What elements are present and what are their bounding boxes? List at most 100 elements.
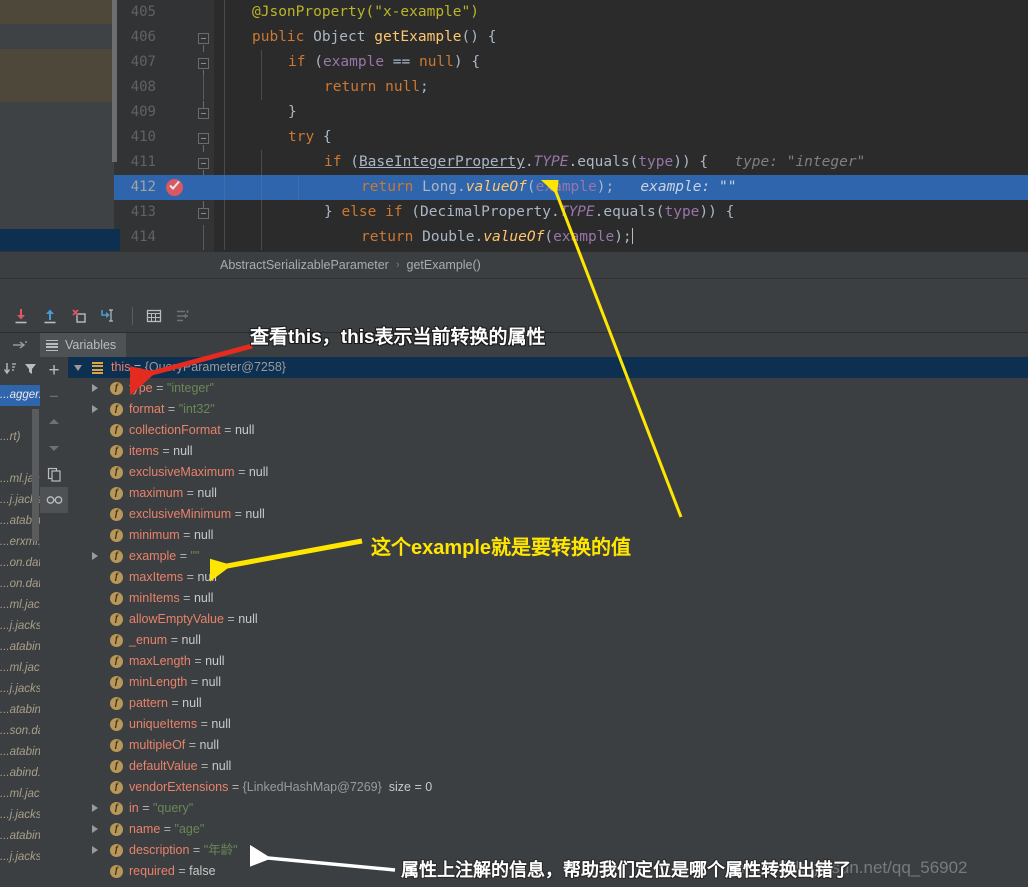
step-into-button[interactable] [8,303,34,329]
breadcrumb-method[interactable]: getExample() [407,258,481,272]
restore-layout-button[interactable] [0,333,40,357]
code-line-406[interactable]: 406 public Object getExample() { [114,25,1028,52]
code-editor[interactable]: 405 @JsonProperty("x-example") 406 publi… [0,0,1028,252]
tab-variables[interactable]: Variables [40,333,127,357]
variable-row[interactable]: f maxLength = null [68,651,1028,672]
copy-value-button[interactable] [40,461,68,487]
variable-row[interactable]: f allowEmptyValue = null [68,609,1028,630]
evaluate-expression-button[interactable] [141,303,167,329]
chevron-right-icon[interactable] [92,804,98,812]
fold-marker-icon[interactable] [198,133,209,152]
list-item[interactable]: ...j.jackso... [0,616,40,637]
code-line-405[interactable]: 405 @JsonProperty("x-example") [114,0,1028,25]
list-item[interactable]: ...atabind.... [0,826,40,847]
frames-toolbar[interactable] [0,357,40,385]
breakpoint-icon[interactable] [166,179,183,196]
call-stack-selected-frame[interactable]: ...agger.models.parameters.Abstra [0,385,40,406]
variable-row[interactable]: f pattern = null [68,693,1028,714]
call-stack-list[interactable]: ...agger.models.parameters.Abstra ...rt)… [0,385,40,887]
variable-row[interactable]: f items = null [68,441,1028,462]
code-lines-container[interactable]: 405 @JsonProperty("x-example") 406 publi… [114,0,1028,252]
code-text: if (example == null) { [288,54,481,70]
variable-row[interactable]: f name = "age" [68,819,1028,840]
list-item[interactable]: ...ml.jacks... [0,658,40,679]
remove-watch-button[interactable]: − [40,383,68,409]
add-watch-button[interactable]: + [40,357,68,383]
overlay-scrollbar[interactable] [112,0,117,162]
call-stack-scrollbar[interactable] [32,409,39,541]
overlapping-tool-window[interactable] [0,0,114,252]
list-item[interactable]: ...ml.jacks... [0,784,40,805]
variable-equals: = [167,633,182,647]
code-line-410[interactable]: 410 try { [114,125,1028,152]
variable-row[interactable]: f format = "int32" [68,399,1028,420]
run-to-cursor-button[interactable] [95,303,121,329]
variable-row[interactable]: f minLength = null [68,672,1028,693]
variable-row[interactable]: f in = "query" [68,798,1028,819]
list-item[interactable]: ...j.jackso... [0,679,40,700]
frames-panel[interactable]: ...agger.models.parameters.Abstra ...rt)… [0,357,40,887]
sort-frames-button[interactable] [3,361,18,381]
code-line-413[interactable]: 413 } else if (DecimalProperty.TYPE.equa… [114,200,1028,225]
list-item[interactable]: ...abind.s... [0,763,40,784]
tab-variables-label: Variables [65,338,117,352]
variable-value: {QueryParameter@7258} [144,360,286,374]
layout-settings-button[interactable] [170,303,196,329]
chevron-right-icon[interactable] [92,405,98,413]
fold-marker-icon[interactable] [198,158,209,177]
fold-marker-icon[interactable] [198,58,209,77]
code-line-414[interactable]: 414 return Double.valueOf(example); [114,225,1028,250]
list-item[interactable]: ...j.jackso... [0,847,40,868]
variable-row[interactable]: f multipleOf = null [68,735,1028,756]
breadcrumb-class[interactable]: AbstractSerializableParameter [220,258,389,272]
inspect-value-button[interactable] [40,487,68,513]
variable-row[interactable]: f type = "integer" [68,378,1028,399]
variable-row[interactable]: f vendorExtensions = {LinkedHashMap@7269}… [68,777,1028,798]
variable-row[interactable]: f uniqueItems = null [68,714,1028,735]
variable-row[interactable]: f maxItems = null [68,567,1028,588]
variable-row[interactable]: f exclusiveMinimum = null [68,504,1028,525]
variable-row[interactable]: f minItems = null [68,588,1028,609]
variable-row[interactable]: f collectionFormat = null [68,420,1028,441]
list-item[interactable]: ...son.data... [0,721,40,742]
list-item[interactable]: ...j.jackso... [0,805,40,826]
chevron-right-icon[interactable] [92,552,98,560]
move-watch-up-button[interactable] [40,409,68,435]
chevron-right-icon[interactable] [92,384,98,392]
code-line-411[interactable]: 411 if (BaseIntegerProperty.TYPE.equals(… [114,150,1028,177]
code-line-412-current[interactable]: 412 return Long.valueOf(example); exampl… [114,175,1028,200]
fold-marker-icon[interactable] [198,201,209,219]
list-item[interactable]: ...on.data... [0,574,40,595]
variable-equals: = [164,402,179,416]
move-watch-down-button[interactable] [40,435,68,461]
filter-frames-button[interactable] [23,361,38,381]
variable-value: "integer" [166,381,214,395]
code-line-408[interactable]: 408 return null; [114,75,1028,100]
variable-row[interactable]: f exclusiveMaximum = null [68,462,1028,483]
variable-equals: = [223,612,239,626]
variables-tree[interactable]: this = {QueryParameter@7258} f type = "int… [68,357,1028,887]
list-item[interactable]: ...ml.jacks... [0,595,40,616]
variable-row[interactable]: f defaultValue = null [68,756,1028,777]
list-item[interactable]: ...atabind... [0,700,40,721]
code-line-407[interactable]: 407 if (example == null) { [114,50,1028,77]
step-out-button[interactable] [37,303,63,329]
chevron-down-icon[interactable] [74,365,82,371]
chevron-right-icon[interactable] [92,846,98,854]
variable-row[interactable]: f _enum = null [68,630,1028,651]
fold-marker-icon[interactable] [198,101,209,119]
list-item[interactable]: ...on.data... [0,553,40,574]
variable-row[interactable]: f maximum = null [68,483,1028,504]
code-line-409[interactable]: 409 } [114,100,1028,125]
variable-name: exclusiveMaximum [129,465,235,479]
watches-toolbar[interactable]: + − [40,357,68,887]
variable-row-selected[interactable]: this = {QueryParameter@7258} [68,357,1028,378]
panel-divider[interactable] [0,278,1028,300]
list-item[interactable]: ...atabind... [0,637,40,658]
overlay-selected-row[interactable] [0,229,120,251]
breadcrumb[interactable]: AbstractSerializableParameter › getExamp… [114,252,1028,278]
force-step-into-button[interactable] [66,303,92,329]
fold-marker-icon[interactable] [198,33,209,52]
list-item[interactable]: ...atabind.... [0,742,40,763]
chevron-right-icon[interactable] [92,825,98,833]
